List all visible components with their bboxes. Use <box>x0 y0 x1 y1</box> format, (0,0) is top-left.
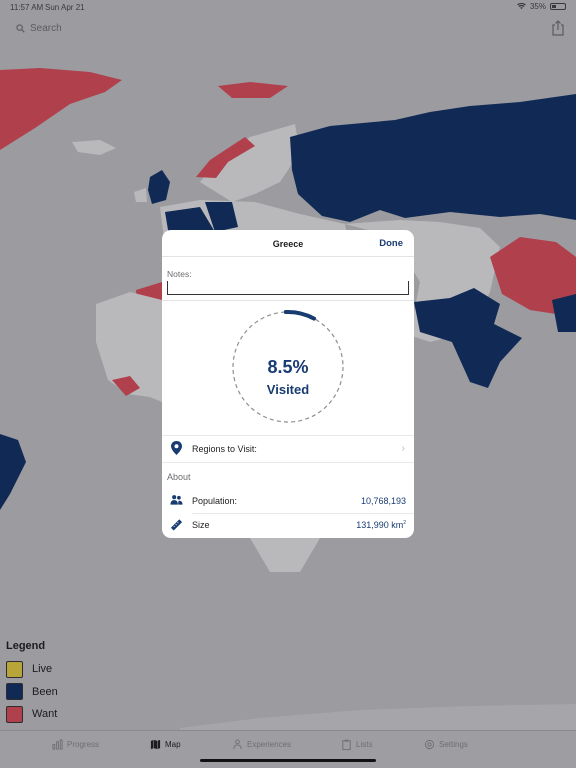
population-label: Population: <box>192 496 238 506</box>
search-icon <box>16 23 25 33</box>
gear-icon <box>424 739 435 750</box>
notes-label: Notes: <box>167 269 192 279</box>
tab-map[interactable]: Map <box>150 739 181 750</box>
size-number: 131,990 km <box>356 520 404 530</box>
regions-to-visit-label: Regions to Visit: <box>192 444 257 454</box>
tab-experiences-label: Experiences <box>247 740 292 749</box>
ruler-icon <box>170 519 183 531</box>
home-indicator <box>200 759 376 762</box>
legend-swatch-been <box>6 683 23 701</box>
search-placeholder: Search <box>30 22 62 34</box>
legend-label-want: Want <box>32 708 58 721</box>
population-value: 10,768,193 <box>360 496 406 506</box>
regions-to-visit-row[interactable]: Regions to Visit: › <box>162 437 414 461</box>
clipboard-icon <box>342 739 351 750</box>
wifi-icon <box>517 3 526 10</box>
person-icon <box>233 739 242 750</box>
tab-progress-label: Progress <box>67 740 100 749</box>
legend-swatch-want <box>6 705 23 723</box>
people-icon <box>170 495 183 505</box>
legend-item-want: Want <box>6 703 126 726</box>
legend: Legend Live Been Want <box>6 640 126 726</box>
size-row: Size 131,990 km2 <box>162 513 414 537</box>
card-header: Greece Done <box>162 230 414 257</box>
map-icon <box>150 739 161 750</box>
about-label: About <box>167 472 191 482</box>
chart-icon <box>52 739 63 750</box>
battery-icon <box>550 3 566 10</box>
search-input[interactable]: Search <box>8 18 528 38</box>
status-date: Sun Apr 21 <box>45 3 85 12</box>
card-title: Greece <box>272 239 304 249</box>
status-time: 11:57 AM <box>10 3 44 12</box>
country-detail-card: Greece Done Notes: 8.5% Visited Regions … <box>162 230 414 538</box>
population-row: Population: 10,768,193 <box>162 489 414 513</box>
tab-experiences[interactable]: Experiences <box>232 739 291 750</box>
done-button[interactable]: Done <box>379 238 403 249</box>
visited-label: Visited <box>266 382 310 397</box>
tab-bar: Progress Map Experiences Lists Settings <box>0 730 576 768</box>
search-bar: Search <box>0 14 576 42</box>
tab-progress[interactable]: Progress <box>52 739 99 750</box>
size-unit-superscript: 2 <box>403 520 406 526</box>
notes-field[interactable] <box>167 281 409 295</box>
legend-label-been: Been <box>32 685 58 698</box>
size-label: Size <box>192 520 210 530</box>
tab-map-label: Map <box>165 740 181 749</box>
share-icon[interactable] <box>548 18 568 38</box>
size-value: 131,990 km2 <box>356 520 406 530</box>
notes-divider <box>162 300 414 301</box>
tab-settings[interactable]: Settings <box>424 739 468 750</box>
legend-swatch-live <box>6 660 23 678</box>
legend-label-live: Live <box>32 663 53 676</box>
row-divider <box>162 462 414 463</box>
tab-settings-label: Settings <box>439 740 468 749</box>
chevron-right-icon: › <box>401 443 405 454</box>
row-divider <box>162 435 414 436</box>
location-pin-icon <box>171 441 182 455</box>
visited-percent: 8.5% <box>267 357 309 377</box>
legend-item-live: Live <box>6 658 126 681</box>
tab-lists-label: Lists <box>356 740 373 749</box>
battery-percent: 35% <box>529 2 546 11</box>
status-bar: 11:57 AM Sun Apr 21 35% <box>0 0 576 14</box>
progress-arc <box>283 310 317 321</box>
legend-item-been: Been <box>6 681 126 704</box>
legend-title: Legend <box>6 640 46 652</box>
status-indicators: 35% <box>517 2 566 11</box>
tab-lists[interactable]: Lists <box>341 739 372 750</box>
